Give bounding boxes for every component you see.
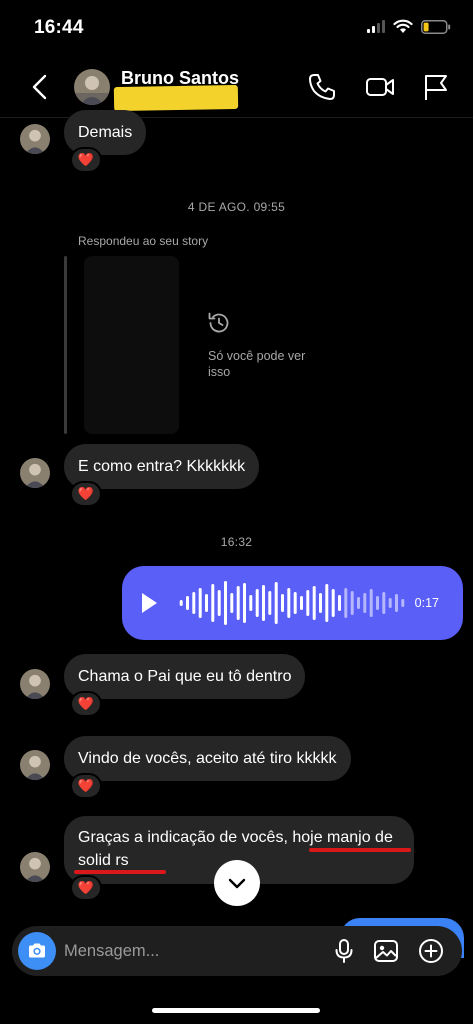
contact-avatar[interactable]: [74, 69, 110, 105]
status-time: 16:44: [34, 17, 84, 38]
waveform-bar: [350, 591, 354, 615]
cellular-signal-icon: [367, 20, 385, 33]
flag-icon[interactable]: [420, 71, 452, 103]
waveform-bar: [211, 584, 215, 622]
waveform-bar: [236, 586, 240, 620]
audio-waveform[interactable]: [178, 578, 406, 628]
sender-avatar[interactable]: [20, 669, 50, 699]
heart-reaction[interactable]: ❤️: [70, 481, 102, 507]
heart-reaction[interactable]: ❤️: [70, 691, 102, 717]
message-bubble[interactable]: Chama o Pai que eu tô dentro: [64, 654, 306, 699]
wifi-icon: [393, 19, 413, 33]
waveform-bar: [249, 595, 253, 611]
message-bubble[interactable]: Vindo de vocês, aceito até tiro kkkkk: [64, 736, 351, 781]
waveform-bar: [274, 582, 278, 624]
waveform-bar: [363, 593, 367, 613]
home-indicator: [152, 1008, 320, 1013]
waveform-bar: [217, 590, 221, 616]
chevron-down-icon: [228, 878, 246, 889]
story-reply-bar: [64, 256, 67, 434]
voice-duration: 0:17: [414, 596, 439, 610]
waveform-bar: [357, 597, 360, 609]
waveform-bar: [179, 600, 183, 606]
waveform-bar: [192, 592, 196, 614]
sender-avatar[interactable]: [20, 852, 50, 882]
video-icon[interactable]: [364, 71, 396, 103]
history-icon: [208, 312, 229, 333]
sender-avatar[interactable]: [20, 458, 50, 488]
waveform-bar: [388, 598, 392, 608]
waveform-bar: [344, 588, 348, 618]
redaction-highlight: [113, 84, 239, 112]
message-composer: [12, 926, 462, 976]
waveform-bar: [287, 588, 291, 618]
status-bar: 16:44: [0, 0, 473, 56]
waveform-bar: [300, 596, 303, 610]
gallery-icon[interactable]: [372, 937, 400, 965]
waveform-bar: [205, 594, 208, 612]
highlight-underline: [309, 848, 411, 852]
waveform-bar: [382, 592, 386, 614]
waveform-bar: [186, 596, 189, 610]
camera-button[interactable]: [18, 932, 56, 970]
heart-reaction[interactable]: ❤️: [70, 773, 102, 799]
waveform-bar: [198, 588, 202, 618]
highlight-underline: [74, 870, 166, 874]
waveform-bar: [293, 592, 297, 614]
story-visibility-note: Só você pode ver isso: [208, 349, 306, 379]
scroll-down-button[interactable]: [214, 860, 260, 906]
waveform-bar: [255, 589, 259, 617]
heart-reaction[interactable]: ❤️: [70, 147, 102, 173]
message-timestamp: 4 DE AGO. 09:55: [187, 200, 286, 214]
battery-icon: [421, 19, 451, 34]
waveform-bar: [243, 583, 246, 623]
sender-avatar[interactable]: [20, 124, 50, 154]
status-icons: [367, 19, 451, 34]
waveform-bar: [306, 590, 310, 616]
phone-icon[interactable]: [306, 71, 338, 103]
waveform-bar: [319, 593, 322, 613]
waveform-bar: [281, 594, 284, 612]
waveform-bar: [338, 595, 341, 611]
waveform-bar: [376, 596, 379, 610]
waveform-bar: [395, 594, 398, 612]
message-input[interactable]: [64, 939, 314, 963]
waveform-bar: [325, 584, 329, 622]
waveform-bar: [369, 589, 373, 617]
microphone-icon[interactable]: [330, 937, 358, 965]
camera-icon: [29, 943, 45, 958]
waveform-bar: [312, 586, 316, 620]
back-icon[interactable]: [26, 72, 56, 102]
play-icon[interactable]: [142, 593, 157, 613]
add-icon[interactable]: [417, 937, 445, 965]
waveform-bar: [331, 589, 335, 617]
sender-avatar[interactable]: [20, 750, 50, 780]
story-thumbnail[interactable]: [84, 256, 179, 434]
chat-header: Bruno Santos: [0, 56, 473, 118]
story-reply-label: Respondeu ao seu story: [78, 234, 209, 248]
waveform-bar: [268, 591, 272, 615]
waveform-bar: [401, 599, 405, 607]
voice-message-bubble[interactable]: 0:17: [122, 566, 463, 640]
waveform-bar: [224, 581, 227, 625]
heart-reaction[interactable]: ❤️: [70, 875, 102, 901]
waveform-bar: [230, 593, 234, 613]
message-timestamp: 16:32: [220, 535, 253, 549]
waveform-bar: [262, 585, 265, 621]
